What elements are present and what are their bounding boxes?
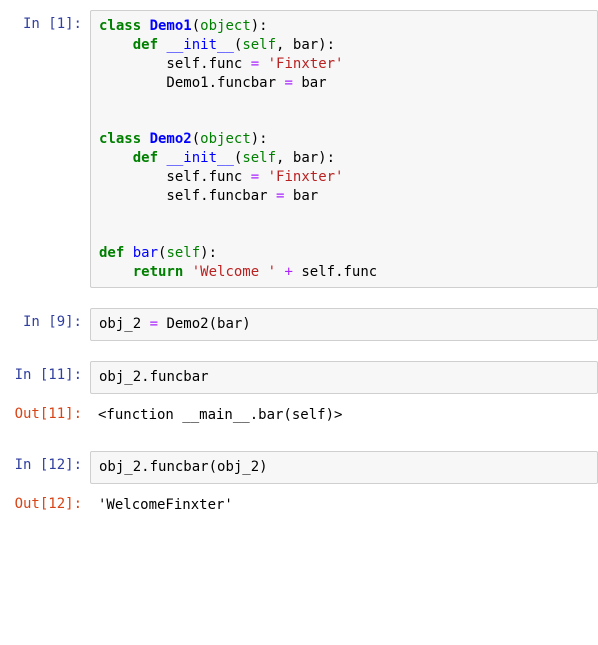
input-cell: In [9]:obj_2 = Demo2(bar) bbox=[0, 308, 598, 341]
output-prompt: Out[12]: bbox=[0, 490, 90, 518]
input-prompt: In [12]: bbox=[0, 451, 90, 479]
input-cell: In [1]:class Demo1(object): def __init__… bbox=[0, 10, 598, 288]
input-prompt: In [1]: bbox=[0, 10, 90, 38]
input-cell: In [12]:obj_2.funcbar(obj_2) bbox=[0, 451, 598, 484]
input-cell: In [11]:obj_2.funcbar bbox=[0, 361, 598, 394]
output-cell: Out[11]:<function __main__.bar(self)> bbox=[0, 400, 598, 431]
output-cell: Out[12]:'WelcomeFinxter' bbox=[0, 490, 598, 521]
input-prompt: In [9]: bbox=[0, 308, 90, 336]
code-input[interactable]: class Demo1(object): def __init__(self, … bbox=[90, 10, 598, 288]
output-text: <function __main__.bar(self)> bbox=[90, 400, 598, 431]
output-prompt: Out[11]: bbox=[0, 400, 90, 428]
code-input[interactable]: obj_2 = Demo2(bar) bbox=[90, 308, 598, 341]
output-text: 'WelcomeFinxter' bbox=[90, 490, 598, 521]
code-input[interactable]: obj_2.funcbar bbox=[90, 361, 598, 394]
input-prompt: In [11]: bbox=[0, 361, 90, 389]
code-input[interactable]: obj_2.funcbar(obj_2) bbox=[90, 451, 598, 484]
notebook-container: In [1]:class Demo1(object): def __init__… bbox=[0, 10, 598, 521]
